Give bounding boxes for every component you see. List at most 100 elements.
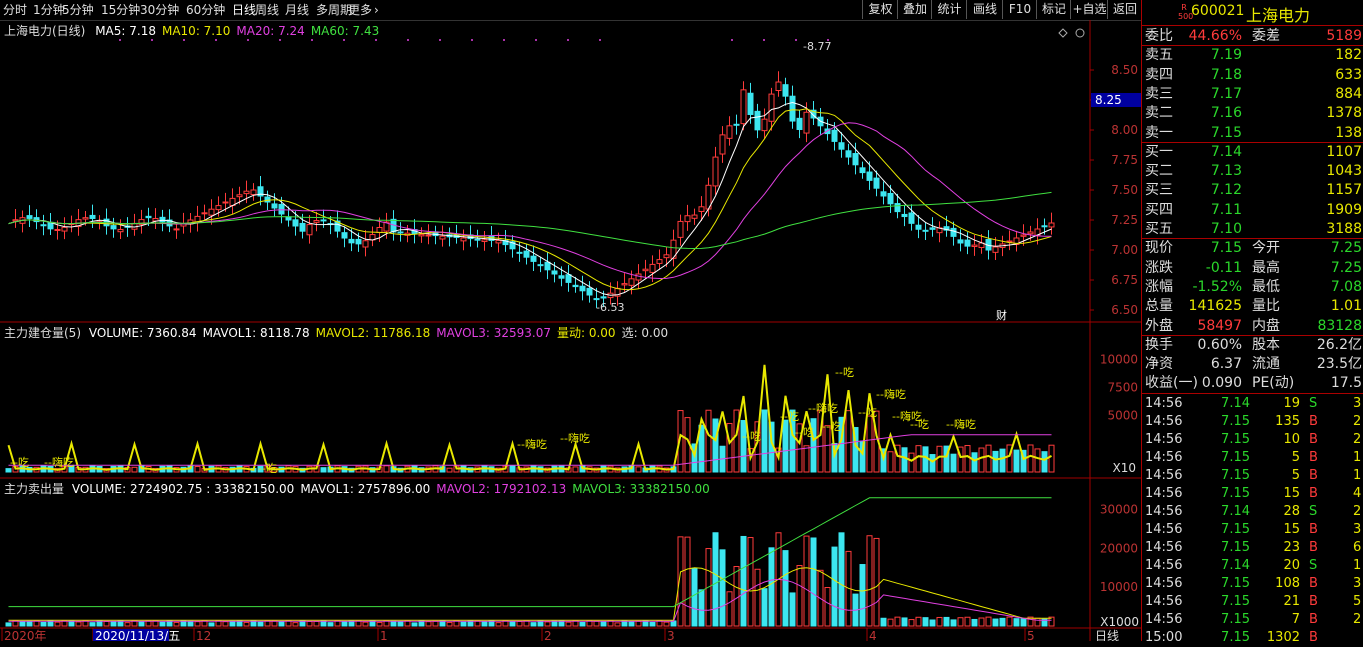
candle-body xyxy=(523,250,530,258)
tick-time: 14:56 xyxy=(1145,431,1183,447)
sub2-bar xyxy=(376,621,383,627)
candle-body xyxy=(719,134,726,155)
sub1-bar xyxy=(978,447,985,473)
toolbar-button-7[interactable]: 返回 xyxy=(1107,0,1142,19)
toolbar-button-3[interactable]: 画线 xyxy=(966,0,1003,19)
sub2-bar xyxy=(292,622,299,627)
row-label2: 量比 xyxy=(1252,298,1280,315)
sub1-bar xyxy=(950,453,957,473)
sub2-bar xyxy=(978,617,985,627)
sub2-bar xyxy=(446,621,453,627)
circle-icon[interactable] xyxy=(1075,28,1085,38)
bid-row[interactable]: 买三 7.12 1157 xyxy=(1142,181,1363,200)
candle-body xyxy=(537,264,544,267)
period-tab-1[interactable]: 1分钟 xyxy=(33,2,65,18)
candle-body xyxy=(1048,222,1055,228)
bid-row[interactable]: 买一 7.14 1107 xyxy=(1142,143,1363,162)
bid-row[interactable]: 买五 7.10 3188 xyxy=(1142,220,1363,239)
candle-body xyxy=(992,246,999,253)
candle-body xyxy=(173,228,180,231)
ask-row[interactable]: 卖一 7.15 138 xyxy=(1142,124,1363,143)
signal-dot xyxy=(119,39,121,41)
tick-time: 14:56 xyxy=(1145,503,1183,519)
candle-body xyxy=(222,201,229,204)
row-value: 6.37 xyxy=(1210,356,1242,373)
tick-price: 7.15 xyxy=(1221,521,1250,537)
sub1-annotation: --吃 xyxy=(780,410,799,423)
sub1-annotation: --嗨吃 xyxy=(946,417,976,431)
period-tab-6[interactable]: 日线 xyxy=(232,2,256,18)
toolbar-button-4[interactable]: F10 xyxy=(1002,0,1037,19)
tick-direction: S xyxy=(1309,503,1318,519)
candle-body xyxy=(250,189,257,196)
period-tab-5[interactable]: 60分钟 xyxy=(186,2,225,18)
candle-body xyxy=(201,212,208,215)
diamond-icon[interactable] xyxy=(1058,28,1068,38)
tick-price: 7.14 xyxy=(1221,557,1250,573)
sub2-bar xyxy=(1020,618,1027,627)
row-label2: 流通 xyxy=(1252,356,1280,373)
candle-body xyxy=(299,222,306,232)
candle-body xyxy=(761,118,768,132)
main-chart-title: 上海电力(日线) xyxy=(4,24,86,38)
tick-price: 7.15 xyxy=(1221,575,1250,591)
toolbar-button-0[interactable]: 复权 xyxy=(862,0,898,19)
candle-body xyxy=(117,228,124,233)
sub2-legend: 主力卖出量 VOLUME: 2724902.75 : 33382150.00 MA… xyxy=(4,480,722,497)
bid-row[interactable]: 买二 7.13 1043 xyxy=(1142,162,1363,181)
period-tab-2[interactable]: 5分钟 xyxy=(62,2,94,18)
sub2-bar xyxy=(1034,617,1041,627)
chevron-right-icon[interactable]: › xyxy=(374,2,379,18)
sub2-bar xyxy=(894,616,901,627)
signal-dot xyxy=(439,39,441,41)
period-tab-8[interactable]: 月线 xyxy=(285,2,309,18)
sub1-bar xyxy=(803,445,810,473)
sub1-bar xyxy=(985,444,992,473)
bid-volume: 1107 xyxy=(1326,143,1362,160)
ask-row[interactable]: 卖五 7.19 182 xyxy=(1142,46,1363,65)
sub2-bar xyxy=(110,620,117,627)
candle-body xyxy=(649,263,656,273)
kline-chart-area[interactable]: 8.508.258.007.757.507.257.006.756.508.25… xyxy=(0,20,1141,641)
date-label: 2 xyxy=(544,629,552,641)
sub1-annotation: --吃 xyxy=(910,418,929,431)
row-label: 收益(一) xyxy=(1145,375,1198,392)
toolbar-button-1[interactable]: 叠加 xyxy=(897,0,932,19)
row-value2: 7.25 xyxy=(1330,240,1362,257)
sub2-bar xyxy=(712,532,719,627)
ma-legend-item: MA5: 7.18 xyxy=(95,24,156,38)
bid-row[interactable]: 买四 7.11 1909 xyxy=(1142,201,1363,220)
candle-body xyxy=(642,268,649,272)
ask-row[interactable]: 卖三 7.17 884 xyxy=(1142,85,1363,104)
period-tab-3[interactable]: 15分钟 xyxy=(101,2,140,18)
tick-time: 14:56 xyxy=(1145,485,1183,501)
price-tick-label: 6.50 xyxy=(1111,303,1138,317)
period-tab-4[interactable]: 30分钟 xyxy=(140,2,179,18)
ask-row[interactable]: 卖二 7.16 1378 xyxy=(1142,104,1363,123)
sub2-bar xyxy=(950,619,957,627)
ask-row[interactable]: 卖四 7.18 633 xyxy=(1142,66,1363,85)
period-tab-10[interactable]: 更多 xyxy=(348,2,372,18)
sub2-bar xyxy=(75,621,82,627)
row-label: 总量 xyxy=(1145,298,1173,315)
sub2-bar xyxy=(474,620,481,627)
sub2-bar xyxy=(159,621,166,627)
sub2-bar xyxy=(782,550,789,627)
candle-body xyxy=(425,234,432,237)
candle-body xyxy=(544,261,551,271)
sub2-bar xyxy=(327,622,334,627)
sub2-bar xyxy=(593,620,600,627)
sub2-bar xyxy=(873,537,880,627)
period-tab-9[interactable]: 多周期 xyxy=(316,2,352,18)
period-tab-7[interactable]: 周线 xyxy=(255,2,279,18)
toolbar-button-5[interactable]: 标记 xyxy=(1036,0,1071,19)
sub1-tick-label: 7500 xyxy=(1107,380,1138,394)
period-tab-0[interactable]: 分时 xyxy=(3,2,27,18)
candle-body xyxy=(600,296,607,299)
candle-body xyxy=(831,129,838,142)
toolbar-button-2[interactable]: 统计 xyxy=(931,0,967,19)
quote-row: 总量 141625 量比 1.01 xyxy=(1142,297,1363,316)
sub2-bar xyxy=(544,621,551,627)
toolbar-button-6[interactable]: +自选 xyxy=(1070,0,1108,19)
candle-body xyxy=(873,177,880,189)
